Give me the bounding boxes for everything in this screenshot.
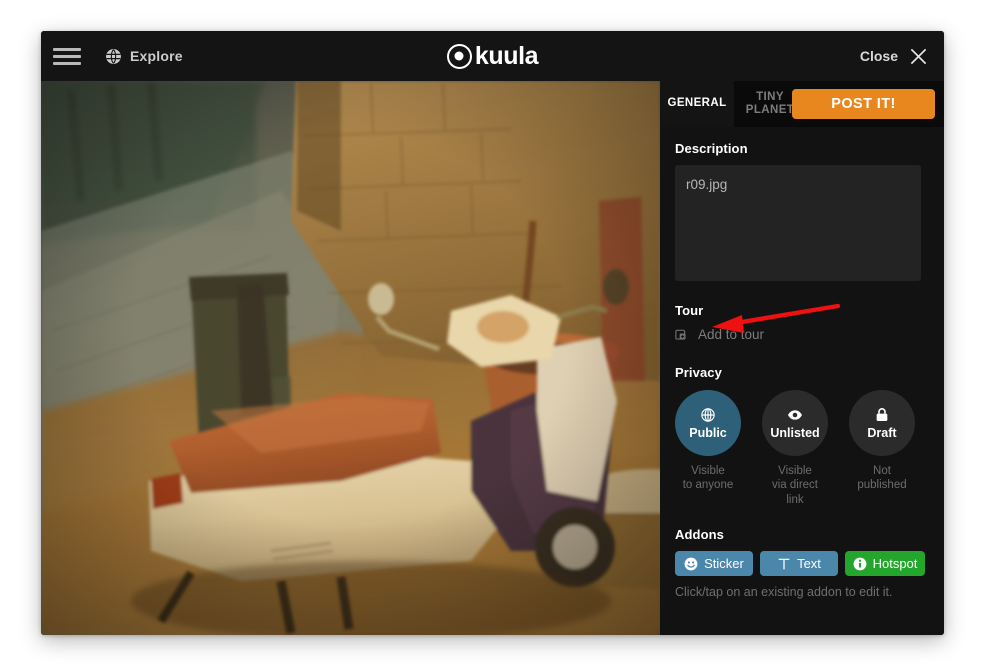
tour-title: Tour (675, 303, 704, 318)
privacy-public-label: Public (689, 425, 727, 440)
tab-general[interactable]: GENERAL (660, 81, 734, 127)
settings-panel: GENERAL TINY PLANET POST IT! Description… (660, 81, 944, 635)
description-section: Description (675, 141, 929, 281)
add-to-tour-button[interactable]: Add to tour (675, 327, 929, 342)
add-to-tour-label: Add to tour (698, 327, 765, 342)
smiley-icon (684, 557, 698, 571)
privacy-section: Privacy Public Visible to anyone Unliste… (675, 365, 929, 507)
addon-text-button[interactable]: Text (760, 551, 838, 577)
top-bar: Explore kuula Close (41, 31, 944, 81)
privacy-unlisted-label: Unlisted (770, 425, 820, 440)
privacy-public-desc: Visible to anyone (682, 465, 734, 492)
post-it-button[interactable]: POST IT! (792, 89, 935, 119)
close-button[interactable]: Close (860, 31, 928, 81)
hamburger-line (53, 61, 81, 65)
privacy-option-draft[interactable]: Draft Not published (849, 390, 915, 507)
explore-label: Explore (130, 48, 183, 64)
addon-sticker-button[interactable]: Sticker (675, 551, 753, 577)
privacy-draft-circle[interactable]: Draft (849, 390, 915, 456)
lock-icon (876, 407, 888, 421)
hamburger-icon[interactable] (53, 45, 83, 67)
privacy-option-unlisted[interactable]: Unlisted Visible via direct link (762, 390, 828, 507)
panel-tabbar: GENERAL TINY PLANET POST IT! (660, 81, 944, 127)
explore-button[interactable]: Explore (105, 48, 183, 65)
description-title: Description (675, 141, 748, 156)
tour-section: Tour Add to tour (675, 303, 929, 342)
privacy-draft-desc: Not published (857, 465, 907, 492)
info-icon (853, 557, 867, 571)
addon-sticker-label: Sticker (704, 556, 744, 572)
hamburger-line (53, 54, 81, 58)
privacy-unlisted-desc: Visible via direct link (771, 465, 819, 506)
hamburger-line (53, 47, 81, 51)
addon-hotspot-label: Hotspot (872, 556, 918, 572)
eye-icon (788, 409, 802, 420)
globe-icon (701, 407, 715, 422)
globe-icon (106, 48, 121, 64)
kuula-editor-window: Explore kuula Close GENERAL TINY PLANET … (41, 31, 944, 635)
privacy-public-circle[interactable]: Public (675, 390, 741, 456)
privacy-title: Privacy (675, 365, 722, 380)
close-label: Close (859, 48, 898, 64)
privacy-option-public[interactable]: Public Visible to anyone (675, 390, 741, 507)
addon-text-label: Text (797, 556, 821, 572)
addon-hotspot-button[interactable]: Hotspot (845, 551, 925, 577)
privacy-draft-label: Draft (867, 425, 897, 440)
privacy-unlisted-circle[interactable]: Unlisted (762, 390, 828, 456)
addons-hint: Click/tap on an existing addon to edit i… (675, 585, 893, 600)
addons-section: Addons Sticker Text Hotspot Click/tap on… (675, 527, 929, 599)
screenshot-root: Explore kuula Close GENERAL TINY PLANET … (0, 0, 986, 664)
panorama-image (41, 81, 660, 635)
description-input[interactable] (675, 165, 921, 281)
add-to-tour-icon (675, 329, 686, 340)
brand-text: kuula (474, 41, 539, 70)
addons-title: Addons (675, 527, 724, 543)
kuula-circle-dot-icon (446, 43, 472, 69)
close-x-icon (910, 48, 927, 64)
panorama-preview[interactable] (41, 81, 660, 635)
text-t-icon (778, 558, 790, 569)
